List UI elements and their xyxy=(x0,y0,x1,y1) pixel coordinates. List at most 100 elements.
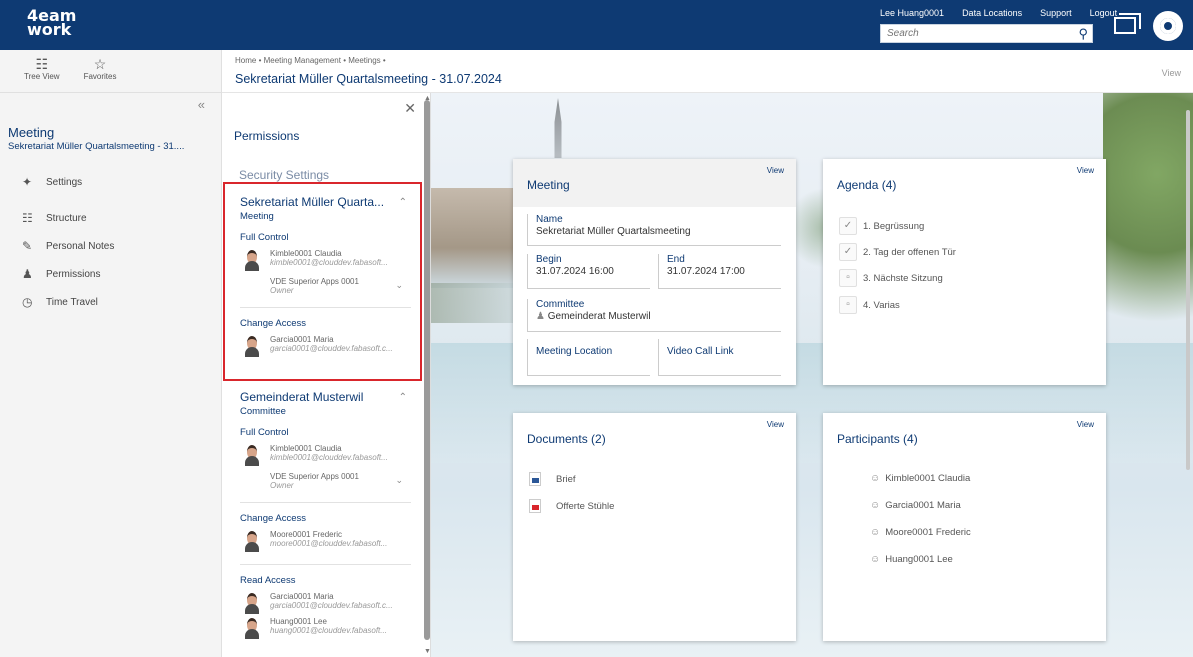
agenda-item[interactable]: ✓ 1. Begrüssung xyxy=(839,217,924,235)
permissions-title: Permissions xyxy=(234,129,300,143)
app-logo[interactable]: 4eam work xyxy=(27,8,76,39)
card-title: Documents (2) xyxy=(527,432,606,446)
sidebar-menu: ✦ Settings ☷ Structure ✎ Personal Notes … xyxy=(0,168,220,316)
person-name: Moore0001 Frederic xyxy=(270,530,343,539)
avatar xyxy=(244,530,260,552)
read-access-label: Read Access xyxy=(240,575,296,586)
sidebar-subtitle: Sekretariat Müller Quartalsmeeting - 31.… xyxy=(8,141,185,152)
sidebar-item-label: Permissions xyxy=(46,268,101,280)
field-value: Sekretariat Müller Quartalsmeeting xyxy=(536,226,691,237)
committee-field[interactable]: Committee ♟ Gemeinderat Musterwil xyxy=(527,299,781,332)
agenda-item[interactable]: ▫ 4. Varias xyxy=(839,296,900,314)
owner-entry[interactable]: VDE Superior Apps 0001 Owner ⌄ xyxy=(222,472,421,490)
field-label: Meeting Location xyxy=(536,346,613,357)
background-image xyxy=(1103,93,1193,363)
field-value: 31.07.2024 17:00 xyxy=(667,266,745,277)
name-field[interactable]: Name Sekretariat Müller Quartalsmeeting xyxy=(527,214,781,246)
page-title: Sekretariat Müller Quartalsmeeting - 31.… xyxy=(235,72,502,86)
document-item[interactable]: Brief xyxy=(529,472,576,486)
tab-favorites[interactable]: ☆ Favorites xyxy=(84,56,117,92)
avatar xyxy=(244,592,260,614)
view-button[interactable]: View xyxy=(1077,166,1094,175)
logo-line-2: work xyxy=(27,20,72,39)
pending-icon: ▫ xyxy=(839,269,857,287)
group-title[interactable]: Gemeinderat Musterwil xyxy=(222,390,421,404)
search-icon[interactable]: ⚲ xyxy=(1078,26,1088,42)
tree-icon: ☷ xyxy=(35,56,49,72)
windows-icon[interactable] xyxy=(1114,13,1141,34)
video-call-link-field[interactable]: Video Call Link xyxy=(658,339,781,376)
structure-icon: ☷ xyxy=(22,211,33,225)
meeting-location-field[interactable]: Meeting Location xyxy=(527,339,650,376)
user-link[interactable]: Lee Huang0001 xyxy=(880,8,944,18)
person-name: Kimble0001 Claudia xyxy=(270,444,342,453)
chevron-up-icon[interactable]: ⌃ xyxy=(399,392,407,403)
person-entry[interactable]: Kimble0001 Claudia kimble0001@clouddev.f… xyxy=(222,444,421,466)
tab-label: Tree View xyxy=(24,72,60,81)
full-control-label: Full Control xyxy=(240,427,289,438)
person-entry[interactable]: Huang0001 Lee huang0001@clouddev.fabasof… xyxy=(222,617,421,639)
end-field[interactable]: End 31.07.2024 17:00 xyxy=(658,254,781,289)
document-label: Offerte Stühle xyxy=(556,500,615,512)
data-locations-link[interactable]: Data Locations xyxy=(962,8,1022,18)
support-link[interactable]: Support xyxy=(1040,8,1072,18)
person-entry[interactable]: Garcia0001 Maria garcia0001@clouddev.fab… xyxy=(222,592,421,614)
view-button[interactable]: View xyxy=(767,166,784,175)
view-button[interactable]: View xyxy=(1077,420,1094,429)
person-email: kimble0001@clouddev.fabasoft... xyxy=(270,453,388,462)
breadcrumb[interactable]: Home • Meeting Management • Meetings • xyxy=(235,56,386,65)
scroll-down-icon[interactable]: ▼ xyxy=(424,648,431,655)
participant-label: Moore0001 Frederic xyxy=(885,527,971,538)
permissions-scrollbar[interactable] xyxy=(424,100,430,640)
participant-label: Kimble0001 Claudia xyxy=(885,473,971,484)
person-email: garcia0001@clouddev.fabasoft.c... xyxy=(270,601,393,610)
sidebar-item-time-travel[interactable]: ◷ Time Travel xyxy=(0,288,220,316)
person-entry[interactable]: Moore0001 Frederic moore0001@clouddev.fa… xyxy=(222,530,421,552)
field-label: Video Call Link xyxy=(667,346,734,357)
chevron-down-icon[interactable]: ⌄ xyxy=(395,476,403,485)
sidebar-title: Meeting xyxy=(8,125,55,140)
participants-card: View Participants (4) ☺ Kimble0001 Claud… xyxy=(823,413,1106,641)
field-label: Begin xyxy=(536,254,562,265)
sidebar-item-permissions[interactable]: ♟ Permissions xyxy=(0,260,220,288)
background-image xyxy=(554,98,562,158)
sidebar-item-settings[interactable]: ✦ Settings xyxy=(0,168,220,196)
participant-item[interactable]: ☺ Moore0001 Frederic xyxy=(870,527,971,538)
agenda-item-label: 3. Nächste Sitzung xyxy=(863,272,943,284)
participant-item[interactable]: ☺ Garcia0001 Maria xyxy=(870,500,961,511)
document-item[interactable]: Offerte Stühle xyxy=(529,499,614,513)
view-button[interactable]: View xyxy=(767,420,784,429)
check-icon: ✓ xyxy=(839,243,857,261)
tab-tree-view[interactable]: ☷ Tree View xyxy=(24,56,60,92)
person-email: huang0001@clouddev.fabasoft... xyxy=(270,626,387,635)
field-label: Committee xyxy=(536,299,585,310)
avatar xyxy=(244,444,260,466)
field-label: Name xyxy=(536,214,563,225)
star-icon: ☆ xyxy=(93,56,107,72)
user-avatar-icon[interactable] xyxy=(1153,11,1183,41)
agenda-item[interactable]: ✓ 2. Tag der offenen Tür xyxy=(839,243,956,261)
agenda-item-label: 2. Tag der offenen Tür xyxy=(863,246,956,258)
begin-field[interactable]: Begin 31.07.2024 16:00 xyxy=(527,254,650,289)
person-icon: ☺ xyxy=(870,473,881,484)
divider xyxy=(240,564,411,565)
permission-group-committee: Gemeinderat Musterwil ⌃ Committee Full C… xyxy=(222,390,421,639)
field-value: Gemeinderat Musterwil xyxy=(547,311,651,322)
notes-icon: ✎ xyxy=(22,239,33,253)
search-input[interactable] xyxy=(881,25,1061,42)
collapse-sidebar-icon[interactable]: « xyxy=(198,97,205,112)
participant-item[interactable]: ☺ Kimble0001 Claudia xyxy=(870,473,970,484)
close-icon[interactable]: ✕ xyxy=(404,100,416,117)
sidebar-item-structure[interactable]: ☷ Structure xyxy=(0,204,220,232)
pending-icon: ▫ xyxy=(839,296,857,314)
sidebar-item-personal-notes[interactable]: ✎ Personal Notes xyxy=(0,232,220,260)
person-icon: ☺ xyxy=(870,554,881,565)
main-scrollbar[interactable] xyxy=(1186,110,1190,470)
participant-item[interactable]: ☺ Huang0001 Lee xyxy=(870,554,953,565)
header-view-button[interactable]: View xyxy=(1162,68,1181,78)
avatar xyxy=(244,617,260,639)
person-name: Garcia0001 Maria xyxy=(270,592,334,601)
top-bar: 4eam work Lee Huang0001 Data Locations S… xyxy=(0,0,1193,50)
agenda-item[interactable]: ▫ 3. Nächste Sitzung xyxy=(839,269,943,287)
person-name: Huang0001 Lee xyxy=(270,617,327,626)
